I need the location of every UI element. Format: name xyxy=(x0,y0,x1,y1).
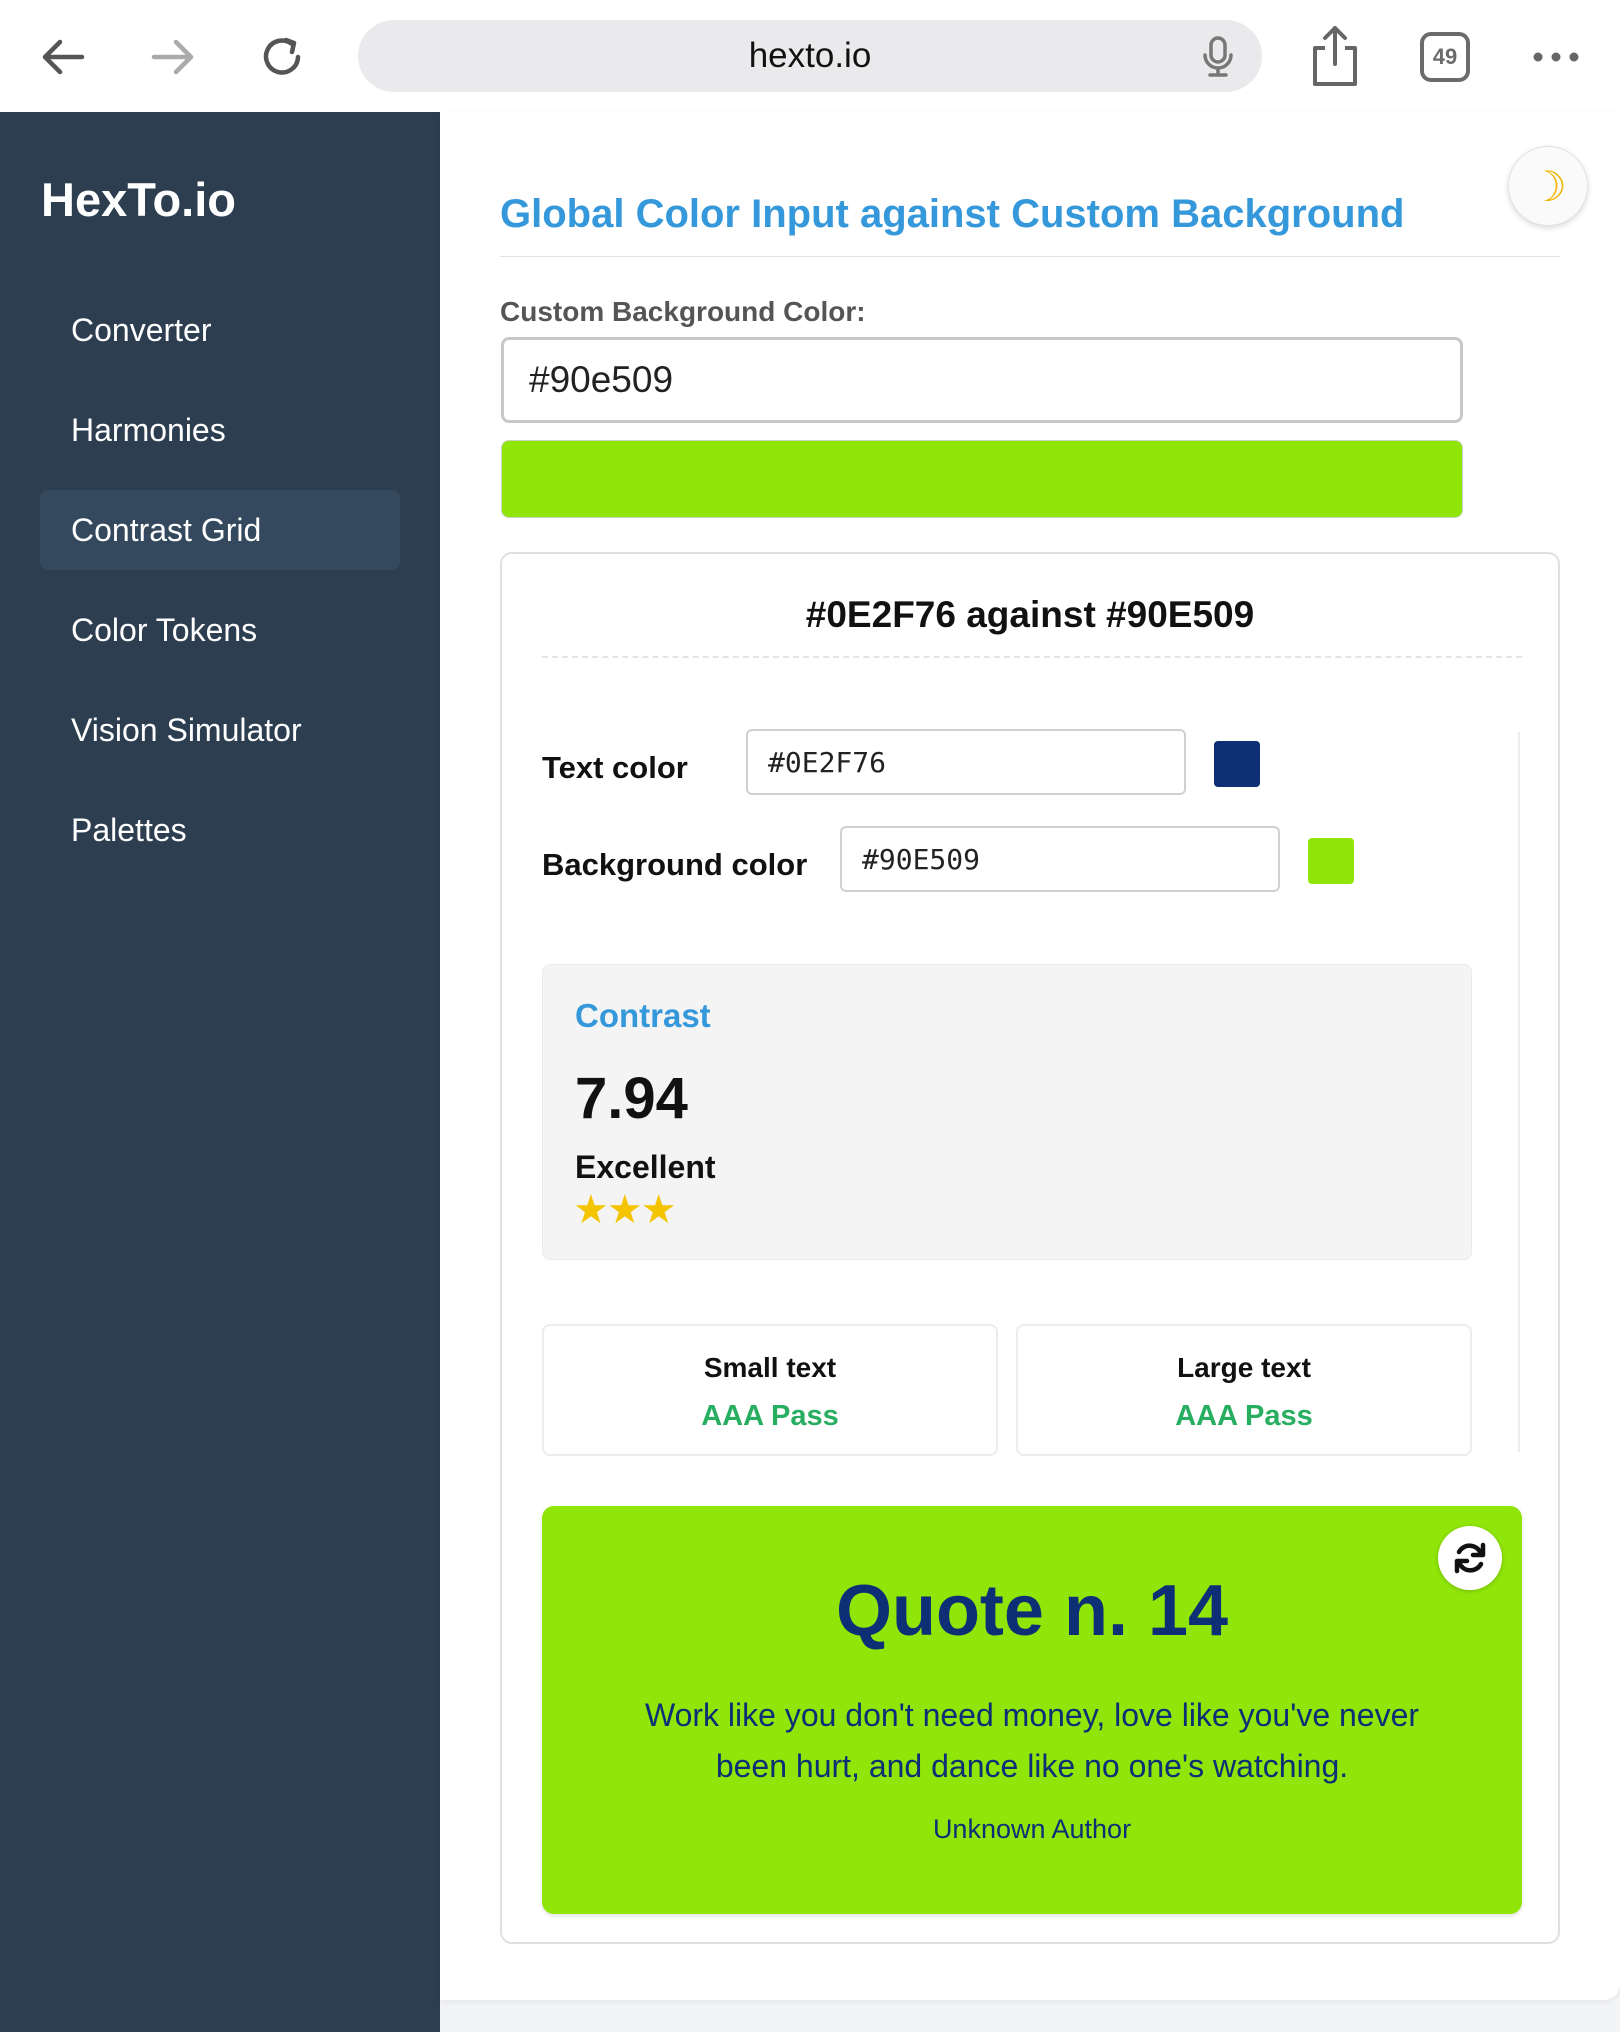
microphone-icon[interactable] xyxy=(1196,34,1240,78)
forward-button[interactable] xyxy=(138,22,208,92)
small-text-label: Small text xyxy=(703,1352,837,1383)
arrow-right-icon xyxy=(151,39,194,75)
contrast-heading: Contrast xyxy=(575,997,711,1034)
moon-icon: ☽ xyxy=(1529,162,1567,210)
tab-count-button[interactable]: 49 xyxy=(1420,32,1470,82)
large-text-result: Large text AAA Pass xyxy=(1016,1324,1472,1456)
quote-text: Work like you don't need money, love lik… xyxy=(644,1697,1420,1784)
divider xyxy=(500,256,1560,257)
text-color-swatch[interactable] xyxy=(1214,741,1260,787)
large-text-status: AAA Pass xyxy=(1175,1400,1313,1432)
more-icon[interactable] xyxy=(1530,22,1582,92)
text-color-input[interactable] xyxy=(746,729,1186,795)
sidebar-item-palettes[interactable]: Palettes xyxy=(40,790,400,870)
divider xyxy=(1518,732,1520,1452)
brand-logo[interactable]: HexTo.io xyxy=(41,172,236,227)
divider xyxy=(542,656,1522,658)
theme-toggle-button[interactable]: ☽ xyxy=(1508,146,1588,226)
bg-color-preview xyxy=(501,440,1463,518)
url-text: hexto.io xyxy=(748,36,872,75)
reload-icon xyxy=(263,37,301,75)
content-panel: ☽ Global Color Input against Custom Back… xyxy=(440,112,1620,2000)
small-text-status: AAA Pass xyxy=(701,1400,839,1432)
quote-title: Quote n. 14 xyxy=(835,1571,1229,1651)
share-icon[interactable] xyxy=(1305,22,1365,92)
contrast-result-box: Contrast 7.94 Excellent ★★★ xyxy=(542,964,1472,1260)
arrow-left-icon xyxy=(42,39,85,75)
sidebar-item-harmonies[interactable]: Harmonies xyxy=(40,390,400,470)
sidebar-item-vision-simulator[interactable]: Vision Simulator xyxy=(40,690,400,770)
quote-preview: Quote n. 14 Work like you don't need mon… xyxy=(542,1506,1522,1914)
star-rating: ★★★ xyxy=(573,1188,677,1232)
card-title: #0E2F76 against #90E509 xyxy=(805,594,1255,635)
bg-color-label: Custom Background Color: xyxy=(500,296,866,327)
quote-author: Unknown Author xyxy=(932,1814,1132,1844)
contrast-rating: Excellent xyxy=(575,1149,716,1185)
bg-color-field-input[interactable] xyxy=(840,826,1280,892)
bg-color-field-label: Background color xyxy=(542,847,808,882)
contrast-card: #0E2F76 against #90E509 Text color Backg… xyxy=(500,552,1560,1944)
contrast-ratio: 7.94 xyxy=(575,1066,688,1131)
large-text-label: Large text xyxy=(1177,1352,1311,1383)
reload-button[interactable] xyxy=(248,22,318,92)
address-bar[interactable]: hexto.io xyxy=(358,20,1262,92)
bg-color-swatch[interactable] xyxy=(1308,838,1354,884)
text-color-label: Text color xyxy=(542,750,688,785)
back-button[interactable] xyxy=(28,22,98,92)
bg-color-input[interactable] xyxy=(501,337,1463,423)
main-area: ☽ Global Color Input against Custom Back… xyxy=(440,112,1620,2032)
sidebar-item-converter[interactable]: Converter xyxy=(40,290,400,370)
small-text-result: Small text AAA Pass xyxy=(542,1324,998,1456)
page-title: Global Color Input against Custom Backgr… xyxy=(500,192,1405,236)
sidebar: HexTo.io Converter Harmonies Contrast Gr… xyxy=(0,112,440,2032)
sidebar-item-contrast-grid[interactable]: Contrast Grid xyxy=(40,490,400,570)
sidebar-item-color-tokens[interactable]: Color Tokens xyxy=(40,590,400,670)
browser-toolbar: hexto.io 49 xyxy=(0,0,1620,112)
